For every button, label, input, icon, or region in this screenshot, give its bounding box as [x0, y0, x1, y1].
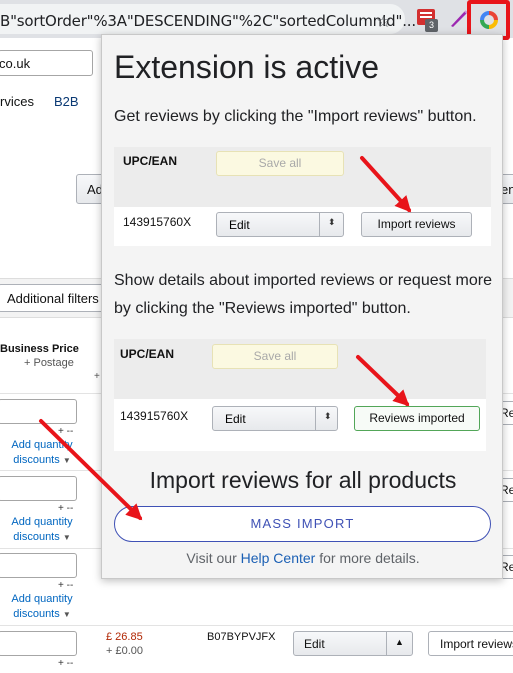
business-price-input[interactable] [0, 631, 77, 656]
price-dash: + -- [58, 580, 74, 591]
help-prefix: Visit our [186, 550, 241, 566]
import-reviews-button[interactable]: Import reviews [428, 631, 513, 656]
mass-import-title: Import reviews for all products [149, 467, 457, 493]
business-price-input[interactable] [0, 476, 77, 501]
select-arrows-icon: ⬍ [328, 217, 336, 227]
edit-select[interactable]: Edit ▲ [293, 631, 413, 656]
bookmark-star-icon[interactable]: ☆ [376, 12, 391, 32]
chevron-down-icon: ▼ [62, 610, 71, 619]
example-edit-value: Edit [225, 412, 246, 426]
upc-ean-label: UPC/EAN [120, 347, 175, 361]
help-suffix: for more details. [315, 550, 420, 566]
business-price-input[interactable] [0, 553, 77, 578]
example-imported-screenshot: UPC/EAN Save all 143915760X Edit ⬍ Review… [114, 339, 486, 451]
filters-label: Additional filters [7, 291, 99, 306]
domain-text: co.uk [0, 56, 31, 71]
nav-b2b[interactable]: B2B [54, 94, 79, 109]
save-all-button: Save all [212, 344, 338, 369]
nav-services[interactable]: rvices [0, 94, 34, 109]
price-dash: + -- [58, 658, 74, 669]
chevron-down-icon: ▼ [62, 456, 71, 465]
example-edit-value: Edit [229, 218, 250, 232]
price-dash: + -- [58, 426, 74, 437]
example-sku: 143915760X [120, 409, 189, 423]
business-price-header: Business Price [0, 343, 79, 355]
instruction-imported: Show details about imported reviews or r… [114, 272, 492, 317]
chevron-down-icon: ▼ [62, 533, 71, 542]
add-quantity-discounts-link[interactable]: Add quantity discounts ▼ [2, 438, 82, 468]
postage-subheader: + Postage [24, 357, 74, 369]
review-extension-icon[interactable] [480, 11, 498, 29]
extension-badge: 3 [425, 19, 438, 32]
col-plus: + [94, 371, 100, 382]
extension-popup: Extension is active Get reviews by click… [101, 34, 503, 579]
example-import-reviews-button: Import reviews [361, 212, 472, 237]
address-bar[interactable]: B"sortOrder"%3A"DESCENDING"%2C"sortedCol… [0, 4, 416, 34]
price-dash: + -- [58, 503, 74, 514]
edit-select-value: Edit [304, 637, 325, 651]
save-all-button: Save all [216, 151, 344, 176]
screen: B"sortOrder"%3A"DESCENDING"%2C"sortedCol… [0, 0, 513, 673]
example-reviews-imported-button: Reviews imported [354, 406, 480, 431]
browser-toolbar: B"sortOrder"%3A"DESCENDING"%2C"sortedCol… [0, 0, 513, 40]
help-center-link[interactable]: Help Center [241, 550, 316, 566]
add-quantity-discounts-link[interactable]: Add quantity discounts ▼ [2, 592, 82, 622]
import-reviews-label: Import reviews [440, 637, 513, 651]
row-divider [0, 625, 513, 626]
business-price-input[interactable] [0, 399, 77, 424]
mass-import-button[interactable]: MASS IMPORT [114, 506, 491, 542]
add-quantity-discounts-link[interactable]: Add quantity discounts ▼ [2, 515, 82, 545]
instruction-import: Get reviews by clicking the "Import revi… [114, 108, 477, 125]
example-import-screenshot: UPC/EAN Save all 143915760X Edit ⬍ Import… [114, 147, 491, 246]
postage-price: + £0.00 [106, 645, 144, 657]
upc-ean-label: UPC/EAN [123, 154, 178, 168]
address-text: B"sortOrder"%3A"DESCENDING"%2C"sortedCol… [0, 12, 416, 30]
example-edit-select: Edit ⬍ [216, 212, 344, 237]
select-arrows-icon: ⬍ [324, 411, 332, 421]
product-sku: B07BYPVJFX [207, 631, 276, 643]
additional-filters-button[interactable]: Additional filters [0, 284, 104, 312]
domain-field[interactable]: co.uk [0, 50, 93, 76]
select-arrows-icon: ▲ [395, 637, 404, 647]
popup-title: Extension is active [114, 49, 380, 85]
your-price: £ 26.85 [106, 631, 143, 643]
help-line: Visit our Help Center for more details. [102, 550, 502, 566]
example-edit-select: Edit ⬍ [212, 406, 338, 431]
example-sku: 143915760X [123, 215, 192, 229]
